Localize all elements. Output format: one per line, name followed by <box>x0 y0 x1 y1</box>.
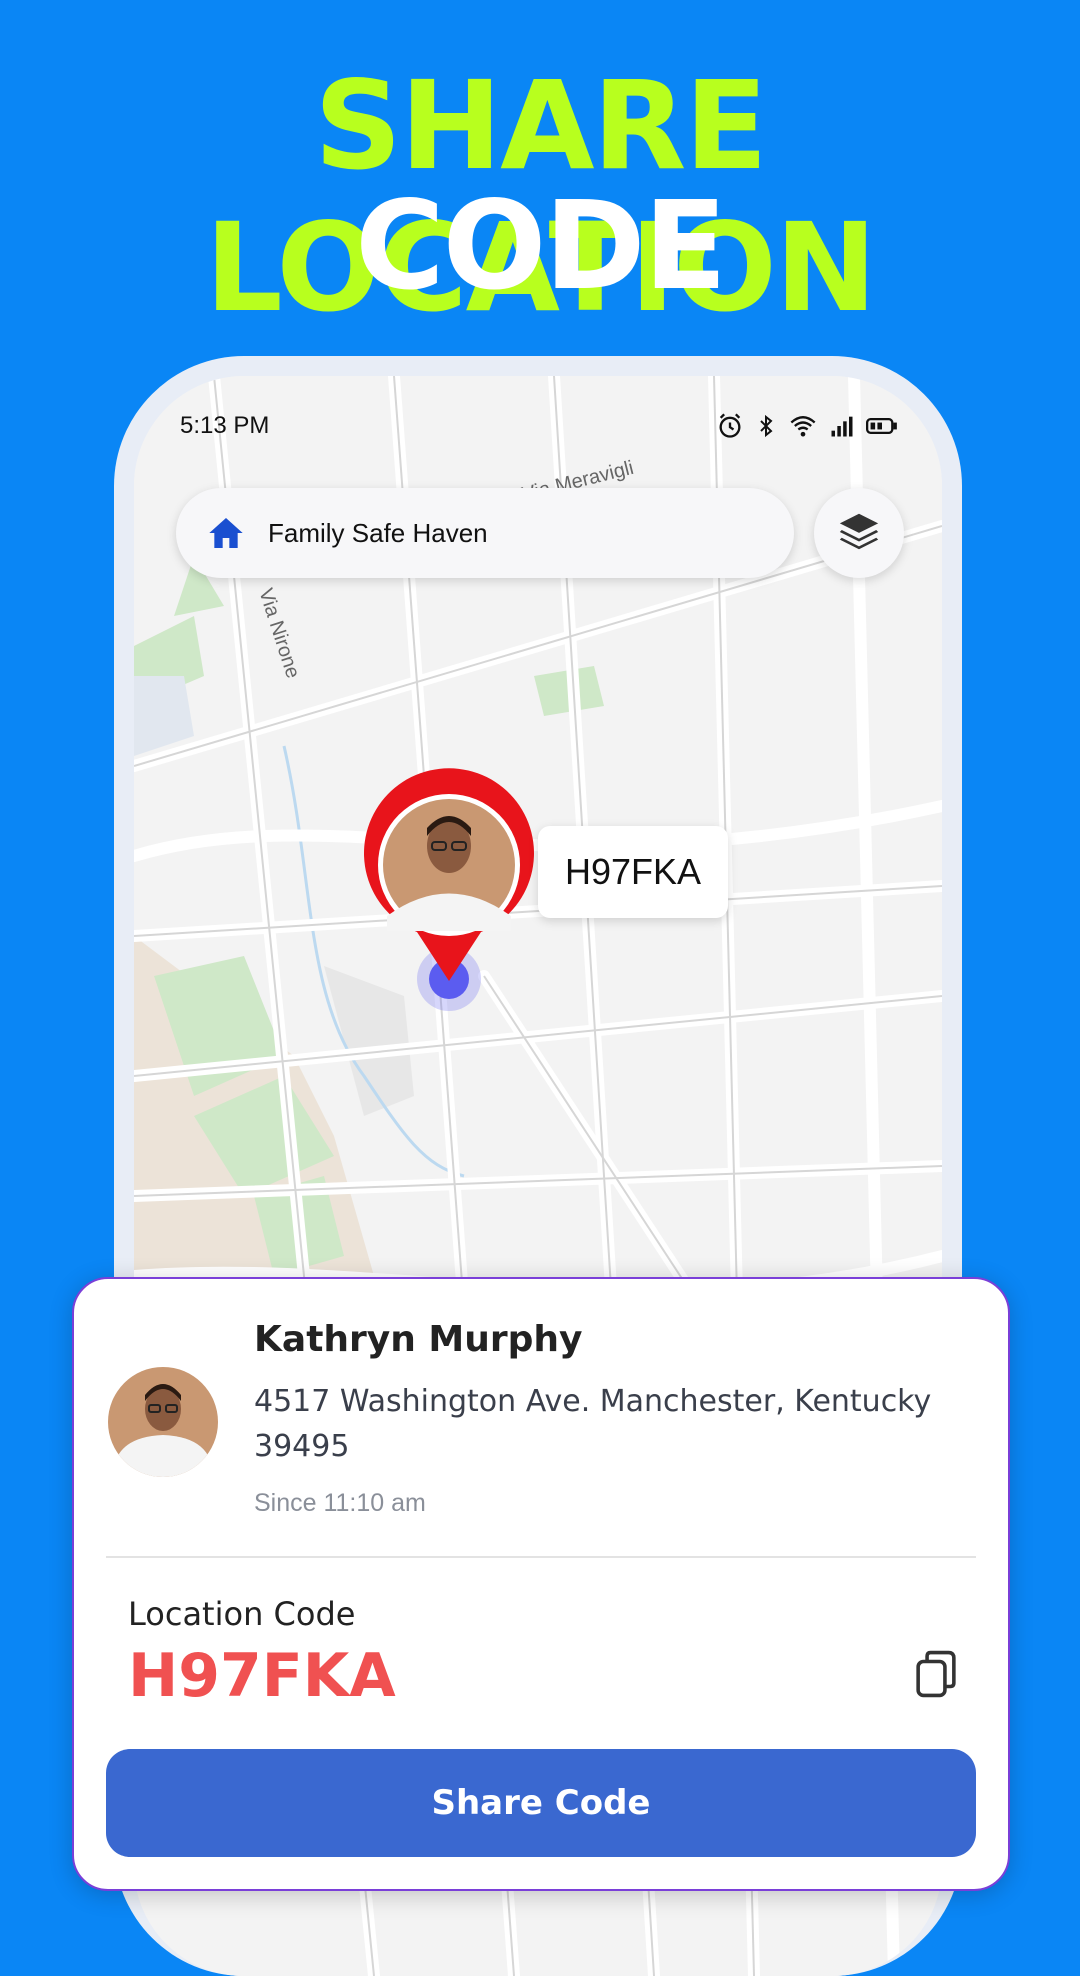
bluetooth-icon <box>754 412 778 445</box>
location-code-value: H97FKA <box>128 1641 396 1711</box>
member-card: Kathryn Murphy 4517 Washington Ave. Manc… <box>72 1277 1010 1891</box>
signal-icon <box>828 412 856 445</box>
copy-icon[interactable] <box>914 1649 958 1699</box>
member-name: Kathryn Murphy <box>254 1319 583 1360</box>
divider <box>106 1556 976 1558</box>
share-code-button[interactable]: Share Code <box>106 1749 976 1857</box>
status-icons <box>716 412 898 445</box>
pin-avatar <box>383 799 515 931</box>
avatar[interactable] <box>108 1367 218 1477</box>
map-code-tag[interactable]: H97FKA <box>538 826 728 918</box>
search-bar[interactable]: Family Safe Haven <box>176 488 794 578</box>
wifi-icon <box>788 412 818 445</box>
since-time: Since 11:10 am <box>254 1489 426 1517</box>
battery-icon <box>866 412 898 445</box>
alarm-icon <box>716 412 744 445</box>
status-time: 5:13 PM <box>180 412 270 439</box>
search-title: Family Safe Haven <box>268 517 488 548</box>
location-code-label: Location Code <box>128 1595 356 1633</box>
layers-button[interactable] <box>814 488 904 578</box>
headline-line-2: CODE <box>355 175 727 317</box>
home-icon <box>206 513 246 553</box>
layers-icon <box>836 508 882 559</box>
member-address: 4517 Washington Ave. Manchester, Kentuck… <box>254 1384 932 1464</box>
